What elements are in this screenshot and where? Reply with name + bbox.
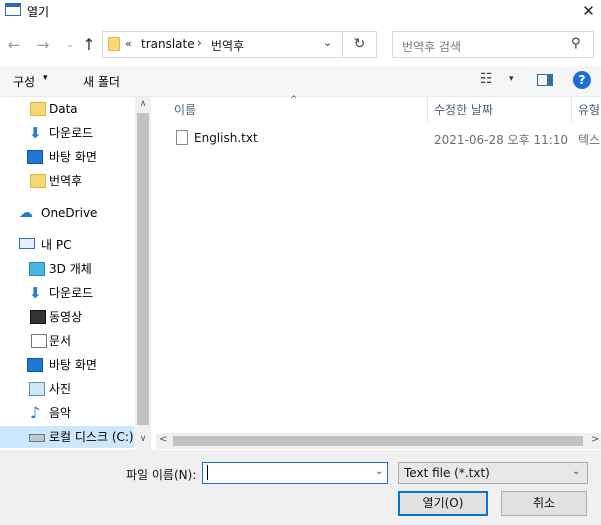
forward-button[interactable]: → xyxy=(34,36,52,54)
sidebar-item-documents[interactable]: 문서 xyxy=(0,330,134,352)
filename-field[interactable]: ⌄ xyxy=(202,462,388,484)
up-button[interactable]: ↑ xyxy=(80,36,98,54)
search-icon: ⚲ xyxy=(571,36,581,51)
pictures-icon xyxy=(29,382,45,396)
file-modified: 2021-06-28 오후 11:10 xyxy=(434,133,569,147)
sidebar-item-downloads[interactable]: ⬇ 다운로드 xyxy=(0,122,134,144)
recent-locations-button[interactable]: ⌄ xyxy=(61,36,79,54)
music-icon: ♪ xyxy=(30,403,41,422)
cancel-button[interactable]: 취소 xyxy=(501,491,587,516)
breadcrumb-translate[interactable]: translate xyxy=(141,37,195,51)
preview-pane-button[interactable] xyxy=(537,74,553,86)
sidebar-item-pictures[interactable]: 사진 xyxy=(0,378,134,400)
sidebar-item-translated[interactable]: 번역후 xyxy=(0,170,134,192)
address-dropdown-button[interactable]: ⌄ xyxy=(323,36,332,49)
sidebar-item-label: 다운로드 xyxy=(49,286,94,300)
download-icon: ⬇ xyxy=(29,284,42,302)
sidebar-item-label: 사진 xyxy=(49,382,72,396)
search-placeholder: 번역후 검색 xyxy=(402,40,462,54)
sidebar-item-label: 바탕 화면 xyxy=(49,358,97,372)
back-button[interactable]: ← xyxy=(5,36,23,54)
refresh-button[interactable]: ↻ xyxy=(343,31,377,58)
column-divider[interactable] xyxy=(571,97,572,123)
command-bar: 구성 ▾ 새 폴더 ☷ ▾ ? xyxy=(0,66,601,97)
column-header-type[interactable]: 유형 xyxy=(578,101,600,118)
scroll-left-arrow[interactable]: < xyxy=(159,434,167,445)
desktop-icon xyxy=(27,150,43,164)
download-icon: ⬇ xyxy=(29,124,42,142)
text-caret xyxy=(207,465,208,480)
sidebar-item-music[interactable]: ♪ 음악 xyxy=(0,402,134,424)
3d-objects-icon xyxy=(29,262,45,276)
sidebar-item-this-pc[interactable]: 내 PC xyxy=(0,234,134,256)
chevron-down-icon[interactable]: ⌄ xyxy=(572,466,580,477)
folder-icon xyxy=(30,174,46,188)
file-type: 텍스 xyxy=(578,133,601,147)
help-button[interactable]: ? xyxy=(573,71,591,89)
sidebar-item-data[interactable]: Data xyxy=(0,98,134,120)
onedrive-icon: ☁ xyxy=(19,205,33,221)
scrollbar-thumb[interactable] xyxy=(137,113,149,425)
sidebar-item-label: 문서 xyxy=(49,334,72,348)
scroll-up-arrow[interactable]: ∧ xyxy=(135,99,151,109)
document-icon xyxy=(31,334,47,348)
sidebar-item-local-disk[interactable]: 로컬 디스크 (C:) xyxy=(0,426,134,448)
sidebar-item-label: Data xyxy=(49,102,78,116)
sidebar-item-label: 음악 xyxy=(49,406,72,420)
chevron-down-icon[interactable]: ⌄ xyxy=(375,466,383,477)
file-name: English.txt xyxy=(194,131,258,145)
sidebar-item-label: 동영상 xyxy=(49,310,83,324)
search-input[interactable]: 번역후 검색 ⚲ xyxy=(392,31,594,58)
column-header-name[interactable]: 이름 xyxy=(174,101,196,118)
sidebar-item-label: 내 PC xyxy=(41,238,72,252)
view-options-icon[interactable]: ☷ xyxy=(480,71,493,87)
address-bar[interactable]: « translate › 번역후 ⌄ xyxy=(102,31,343,58)
navigation-pane[interactable]: Data ⬇ 다운로드 바탕 화면 번역후 ☁ OneDrive 내 PC 3D… xyxy=(0,97,152,450)
column-divider[interactable] xyxy=(427,97,428,123)
column-header-date[interactable]: 수정한 날짜 xyxy=(434,101,493,118)
scrollbar-thumb[interactable] xyxy=(173,436,583,446)
sidebar-item-label: 3D 개체 xyxy=(49,262,92,276)
sidebar-item-3d-objects[interactable]: 3D 개체 xyxy=(0,258,134,280)
breadcrumb-current[interactable]: 번역후 xyxy=(211,37,244,54)
pc-icon xyxy=(19,238,35,249)
folder-icon xyxy=(30,102,46,116)
file-list[interactable]: ^ 이름 수정한 날짜 유형 English.txt 2021-06-28 오후… xyxy=(156,95,601,437)
scroll-right-arrow[interactable]: > xyxy=(591,434,599,445)
new-folder-button[interactable]: 새 폴더 xyxy=(83,73,120,90)
sidebar-item-label: 다운로드 xyxy=(49,126,94,140)
close-button[interactable]: ✕ xyxy=(576,0,601,24)
folder-icon xyxy=(108,37,120,51)
sidebar-item-videos[interactable]: 동영상 xyxy=(0,306,134,328)
title-bar xyxy=(0,0,601,24)
sidebar-item-label: 로컬 디스크 (C:) xyxy=(49,430,134,444)
chevron-down-icon[interactable]: ▾ xyxy=(43,73,48,83)
text-file-icon xyxy=(176,130,188,145)
window-icon xyxy=(5,3,21,16)
sidebar-item-desktop-pc[interactable]: 바탕 화면 xyxy=(0,354,134,376)
organize-button[interactable]: 구성 xyxy=(13,73,35,90)
file-type-value: Text file (*.txt) xyxy=(404,466,490,480)
sidebar-item-label: 바탕 화면 xyxy=(49,150,97,164)
drive-icon xyxy=(29,434,45,442)
chevron-down-icon[interactable]: ▾ xyxy=(509,74,514,84)
sidebar-item-onedrive[interactable]: ☁ OneDrive xyxy=(0,202,134,224)
chevron-right-icon[interactable]: › xyxy=(197,36,202,50)
sidebar-item-downloads-pc[interactable]: ⬇ 다운로드 xyxy=(0,282,134,304)
window-title: 열기 xyxy=(27,5,50,19)
desktop-icon xyxy=(27,358,43,372)
sort-indicator-icon: ^ xyxy=(290,95,298,105)
address-overflow-button[interactable]: « xyxy=(125,37,132,50)
filename-label: 파일 이름(N): xyxy=(126,468,197,482)
sidebar-item-desktop[interactable]: 바탕 화면 xyxy=(0,146,134,168)
file-row[interactable]: English.txt 2021-06-28 오후 11:10 텍스 xyxy=(156,127,601,149)
sidebar-item-label: 번역후 xyxy=(49,174,83,188)
file-type-select[interactable]: Text file (*.txt) ⌄ xyxy=(398,462,588,484)
video-icon xyxy=(30,310,46,324)
open-button[interactable]: 열기(O) xyxy=(398,491,488,516)
scroll-down-arrow[interactable]: ∨ xyxy=(135,434,151,444)
sidebar-item-label: OneDrive xyxy=(41,206,98,220)
